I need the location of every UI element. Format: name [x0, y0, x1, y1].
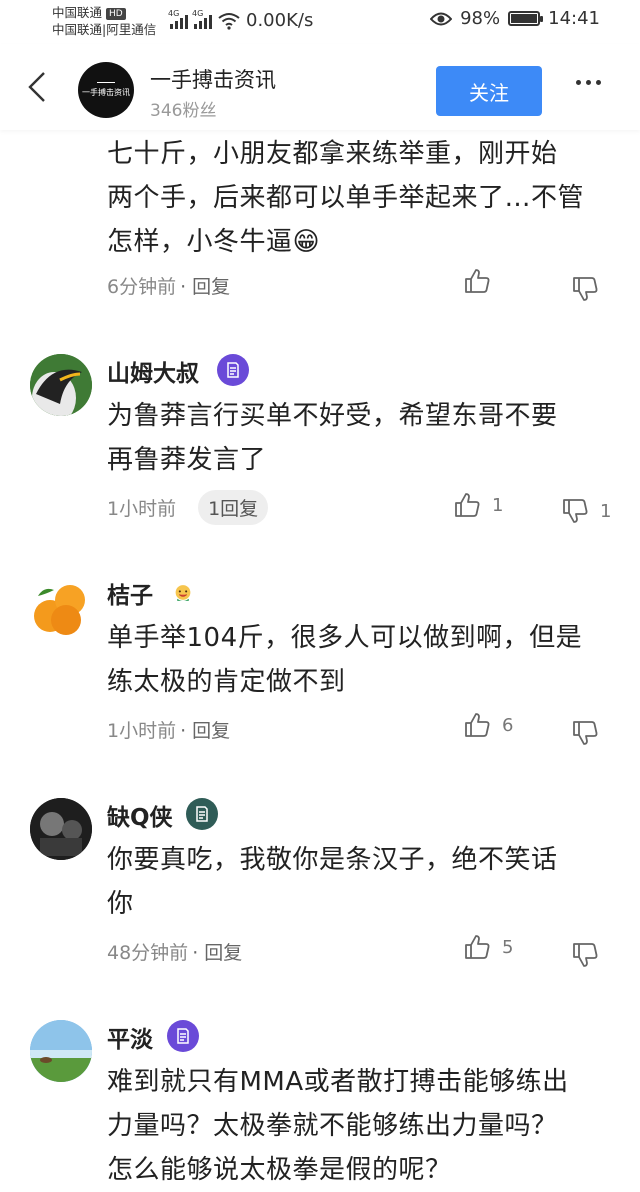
carrier-1: 中国联通: [52, 5, 103, 20]
follow-button[interactable]: 关注: [436, 66, 542, 116]
wifi-icon: [218, 12, 240, 30]
signal-icon: 4G: [168, 9, 188, 29]
thumbs-down-icon: [563, 499, 588, 523]
account-header: 一手搏击资讯 一手搏击资讯 346粉丝 关注: [0, 44, 640, 130]
signal-icon: 4G: [192, 9, 212, 29]
like-count: 1: [492, 494, 504, 516]
like-count: 5: [502, 936, 514, 958]
dislike-button[interactable]: [570, 274, 600, 304]
thumbs-down-icon: [573, 277, 598, 301]
back-button[interactable]: [24, 70, 50, 104]
orange-avatar-image: [30, 576, 92, 638]
comment-text-2: 单手举104斤，很多人可以做到啊，但是 练太极的肯定做不到: [107, 623, 583, 697]
avatar[interactable]: [30, 354, 92, 416]
comment-text-1: 为鲁莽言行买单不好受，希望东哥不要 再鲁莽发言了: [107, 401, 558, 475]
comment-text-4: 难到就只有MMA或者散打搏击能够练出 力量吗？太极拳就不能够练出力量吗？ 怎么能…: [107, 1067, 569, 1185]
battery-percent: 98%: [460, 8, 501, 29]
comment-meta-0: 6分钟前 · 回复: [107, 272, 230, 299]
thumbs-down-icon: [573, 943, 598, 967]
like-button[interactable]: 1: [452, 490, 503, 520]
thumbs-up-icon: [465, 269, 490, 293]
like-button[interactable]: 6: [462, 710, 513, 740]
network-indicators: 4G 4G 0.00K/s: [168, 9, 314, 32]
carrier-2: 中国联通|阿里通信: [52, 22, 157, 37]
thumbs-up-icon: [455, 493, 480, 517]
battery-icon: [508, 11, 544, 26]
avatar[interactable]: [30, 576, 92, 638]
hd-badge: HD: [106, 8, 126, 20]
reply-link[interactable]: · 回复: [180, 716, 230, 743]
like-button[interactable]: [462, 266, 492, 296]
fans-count: 346粉丝: [150, 101, 217, 121]
bw-photo-avatar-image: [30, 798, 92, 860]
comment-meta-2: 1小时前 · 回复: [107, 716, 230, 743]
username[interactable]: 桔子: [107, 576, 153, 610]
thumbs-down-icon: [573, 721, 598, 745]
clock: 14:41: [548, 8, 600, 29]
badge-icon: [186, 798, 218, 830]
more-options-icon[interactable]: [576, 80, 601, 85]
badge-icon: [217, 354, 249, 386]
status-bar: 中国联通 HD 中国联通|阿里通信 4G 4G 0.00K/s 98% 14:41: [0, 0, 640, 44]
right-status: 98% 14:41: [430, 8, 600, 29]
comment-meta-1: 1小时前 1回复: [107, 490, 269, 525]
avatar[interactable]: [30, 1020, 92, 1082]
username[interactable]: 山姆大叔: [107, 354, 199, 388]
account-name[interactable]: 一手搏击资讯: [150, 64, 276, 94]
username[interactable]: 平淡: [107, 1020, 153, 1054]
reply-link[interactable]: · 回复: [192, 938, 242, 965]
dislike-button[interactable]: [570, 940, 600, 970]
like-button[interactable]: 5: [462, 932, 513, 962]
comment-meta-3: 48分钟前 · 回复: [107, 938, 242, 965]
dislike-button[interactable]: 1: [560, 496, 611, 526]
username[interactable]: 缺Q侠: [107, 798, 173, 832]
net-speed: 0.00K/s: [246, 10, 314, 31]
dislike-count: 1: [600, 500, 612, 522]
like-count: 6: [502, 714, 514, 736]
logo-text: 一手搏击资讯: [82, 88, 130, 97]
chevron-left-icon: [28, 72, 45, 102]
badge-icon: [167, 1020, 199, 1052]
comment-text-0: 七十斤，小朋友都拿来练举重，刚开始 两个手，后来都可以单手举起来了…不管 怎样，…: [107, 139, 585, 257]
reply-link[interactable]: · 回复: [180, 272, 230, 299]
reply-count-button[interactable]: 1回复: [198, 490, 269, 525]
eye-icon: [430, 12, 453, 25]
baby-emoji-icon: [164, 574, 202, 612]
dislike-button[interactable]: [570, 718, 600, 748]
avatar[interactable]: [30, 798, 92, 860]
landscape-avatar-image: [30, 1020, 92, 1082]
thumbs-up-icon: [465, 713, 490, 737]
account-logo[interactable]: 一手搏击资讯: [78, 62, 134, 118]
thumbs-up-icon: [465, 935, 490, 959]
comment-text-3: 你要真吃，我敬你是条汉子，绝不笑话 你: [107, 845, 558, 919]
carrier-info: 中国联通 HD 中国联通|阿里通信: [52, 4, 156, 38]
penguin-avatar-image: [30, 354, 92, 416]
